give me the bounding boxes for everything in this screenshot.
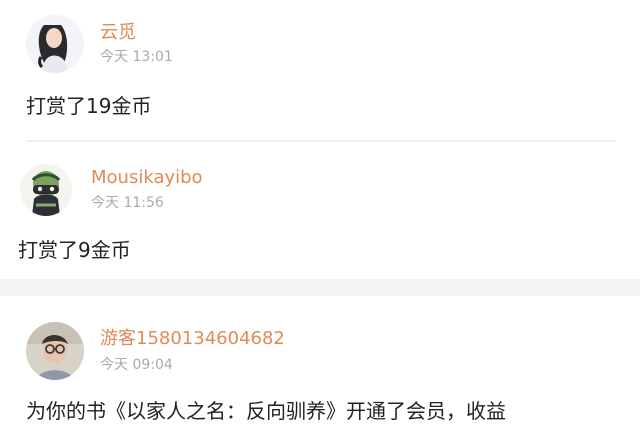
girl-portrait-avatar-icon: [26, 15, 84, 73]
username[interactable]: 游客1580134604682: [100, 328, 285, 350]
comment-timestamp: 今天 13:01: [100, 49, 173, 65]
comment-divider: [26, 140, 616, 142]
username[interactable]: 云觅: [100, 22, 136, 44]
masked-character-avatar-icon: [20, 164, 72, 216]
user-avatar[interactable]: [26, 15, 84, 73]
comment-message: 为你的书《以家人之名：反向驯养》开通了会员，收益: [26, 399, 506, 423]
username[interactable]: Mousikayibo: [91, 167, 203, 189]
comment-timestamp: 今天 11:56: [91, 195, 164, 211]
glasses-man-avatar-icon: [26, 322, 84, 380]
comment-message: 打赏了9金币: [18, 238, 131, 262]
user-avatar[interactable]: [20, 164, 72, 216]
reward-comment-feed: 云觅 今天 13:01 打赏了19金币 Mousikayibo 今天 11:56…: [0, 0, 640, 427]
comment-timestamp: 今天 09:04: [100, 357, 173, 373]
comment-message: 打赏了19金币: [26, 94, 152, 118]
user-avatar[interactable]: [26, 322, 84, 380]
section-separator: [0, 279, 640, 296]
